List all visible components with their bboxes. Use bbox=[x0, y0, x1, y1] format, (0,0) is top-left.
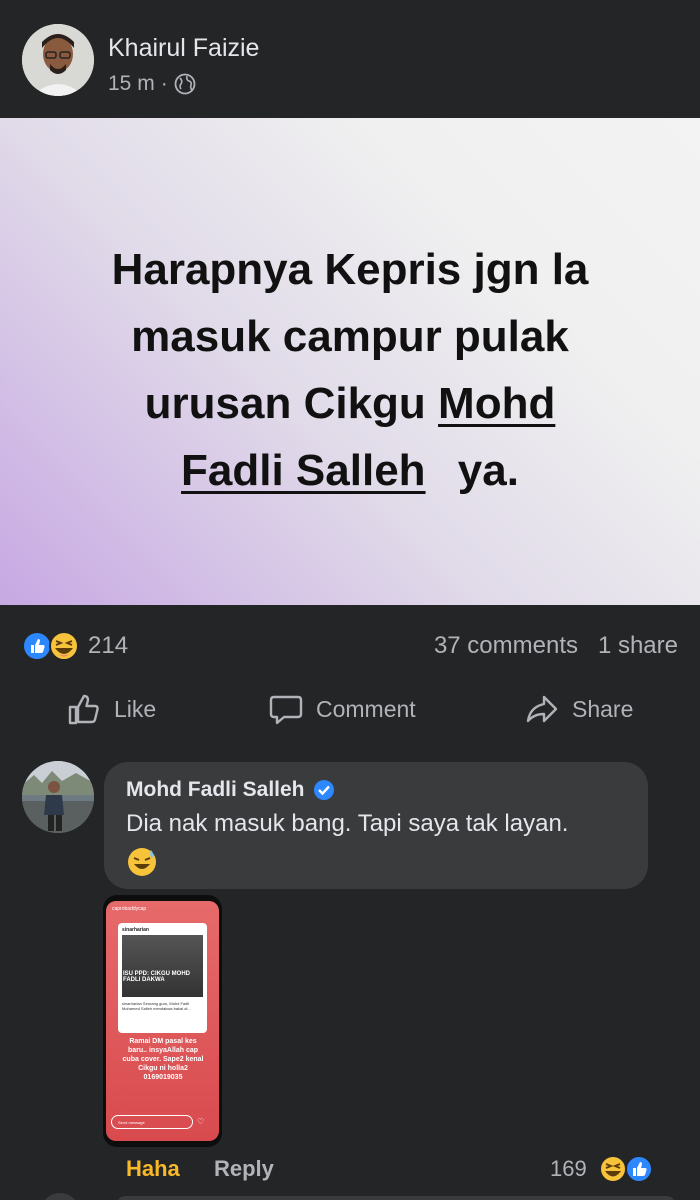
thumbs-up-icon bbox=[68, 694, 99, 725]
comment-reply-button[interactable]: Reply bbox=[214, 1156, 274, 1182]
story-headline: ISU PPD: CIKGU MOHD FADLI DAKWA bbox=[123, 971, 191, 983]
post-stats: 214 37 comments 1 share Like Comment Sha… bbox=[0, 605, 700, 745]
story-card-photo bbox=[122, 935, 203, 997]
post-time[interactable]: 15 m bbox=[108, 72, 155, 96]
comment-button[interactable]: Comment bbox=[268, 691, 416, 727]
next-comment-bubble bbox=[116, 1196, 676, 1200]
like-reaction-icon bbox=[22, 631, 52, 661]
story-card-caption: sinarharian Seorang guru, Mohd Fadli Moh… bbox=[122, 1001, 191, 1011]
story-message-input: Send message bbox=[111, 1115, 193, 1129]
next-comment-avatar bbox=[40, 1193, 80, 1200]
author-name[interactable]: Khairul Faizie bbox=[108, 34, 259, 63]
meta-separator: · bbox=[160, 72, 168, 95]
story-source: sinarharian bbox=[122, 927, 149, 933]
like-button[interactable]: Like bbox=[66, 691, 156, 727]
commenter-name-row: Mohd Fadli Salleh bbox=[126, 778, 335, 802]
share-label: Share bbox=[572, 695, 634, 722]
comments-count[interactable]: 37 comments bbox=[434, 632, 578, 660]
commenter-avatar[interactable] bbox=[22, 761, 94, 833]
share-button[interactable]: Share bbox=[524, 691, 633, 727]
share-arrow-icon bbox=[526, 695, 558, 723]
haha-reaction-icon bbox=[49, 631, 79, 661]
post-text-line: Harapnya Kepris jgn la bbox=[111, 245, 589, 294]
mention-link[interactable]: Fadli Salleh bbox=[181, 446, 426, 495]
post-header: Khairul Faizie 15 m · bbox=[0, 0, 700, 118]
haha-reaction-icon bbox=[599, 1155, 627, 1183]
globe-icon[interactable] bbox=[174, 73, 196, 95]
story-card: sinarharian ISU PPD: CIKGU MOHD FADLI DA… bbox=[118, 923, 207, 1033]
verified-badge-icon bbox=[313, 780, 334, 800]
post-text-fragment: ya. bbox=[457, 446, 519, 495]
post-text-line: masuk campur pulak bbox=[131, 312, 569, 361]
author-avatar[interactable] bbox=[22, 24, 94, 96]
sweat-smile-emoji bbox=[128, 848, 156, 876]
reaction-summary[interactable] bbox=[22, 629, 82, 663]
comment-bubble[interactable]: Mohd Fadli Salleh Dia nak masuk bang. Ta… bbox=[104, 762, 648, 889]
comments-section: Mohd Fadli Salleh Dia nak masuk bang. Ta… bbox=[0, 745, 700, 1200]
comment-reaction-summary[interactable] bbox=[598, 1153, 658, 1185]
post-text-line: urusan Cikgu Mohd bbox=[40, 370, 660, 437]
action-bar: Like Comment Share bbox=[0, 691, 700, 735]
comment-reaction-haha[interactable]: Haha bbox=[126, 1156, 180, 1182]
story-caption: Ramai DM pasal kes baru.. insyaAllah cap… bbox=[122, 1038, 204, 1081]
post-text-line: Fadli Salleh ya. bbox=[40, 437, 660, 504]
story-heart-icon: ♡ bbox=[197, 1117, 205, 1126]
story-screen: caprobaddycap sinarharian ISU PPD: CIKGU… bbox=[106, 901, 219, 1141]
story-account: caprobaddycap bbox=[112, 906, 147, 912]
commenter-name[interactable]: Mohd Fadli Salleh bbox=[126, 778, 305, 802]
comment-text: Dia nak masuk bang. Tapi saya tak layan. bbox=[126, 810, 569, 837]
comment-label: Comment bbox=[316, 695, 416, 722]
share-count[interactable]: 1 share bbox=[598, 632, 678, 660]
post-meta: 15 m · bbox=[108, 72, 196, 96]
like-label: Like bbox=[114, 695, 157, 722]
post-text-fragment: urusan Cikgu bbox=[144, 379, 426, 428]
like-reaction-icon bbox=[625, 1155, 653, 1183]
mention-link[interactable]: Mohd bbox=[438, 379, 555, 428]
reaction-count[interactable]: 214 bbox=[88, 632, 128, 660]
attachment-image[interactable]: caprobaddycap sinarharian ISU PPD: CIKGU… bbox=[103, 895, 222, 1147]
comment-icon bbox=[269, 695, 303, 725]
post-text: Harapnya Kepris jgn la masuk campur pula… bbox=[40, 236, 660, 504]
comment-reaction-count[interactable]: 169 bbox=[550, 1156, 587, 1182]
